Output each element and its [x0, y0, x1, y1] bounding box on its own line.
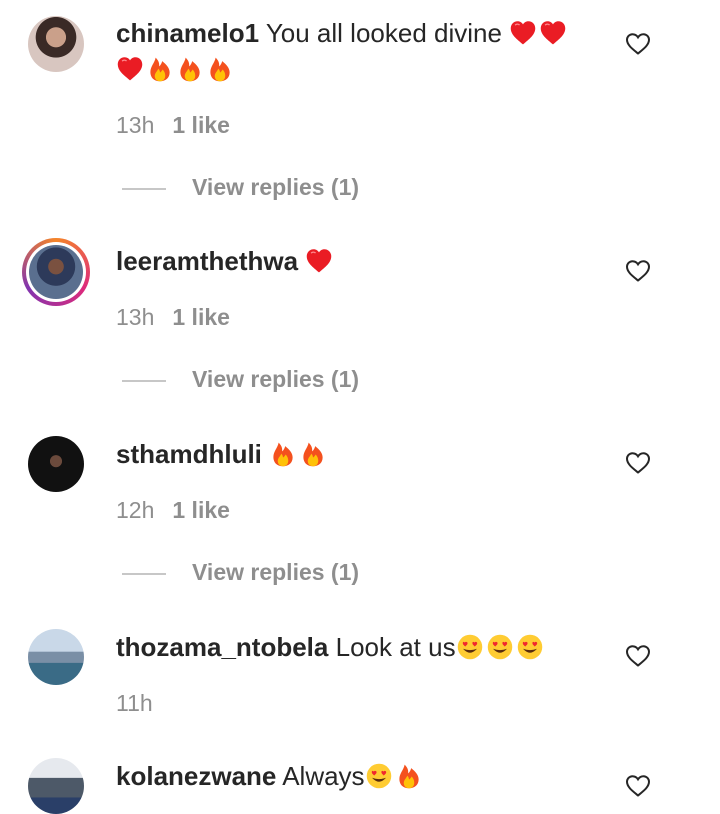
comment-emojis — [365, 761, 425, 791]
fire-emoji-icon — [146, 55, 174, 83]
comment-username[interactable]: sthamdhluli — [116, 439, 262, 469]
heart-emoji-icon — [509, 19, 537, 47]
fire-emoji-icon — [176, 55, 204, 83]
avatar[interactable] — [28, 758, 84, 814]
comment-like-count[interactable]: 1 like — [172, 304, 230, 330]
heart-outline-icon[interactable] — [625, 259, 651, 283]
comment-timestamp: 11h — [116, 690, 153, 716]
view-replies-label: View replies (1) — [192, 174, 360, 200]
heart-eyes-emoji-icon — [486, 633, 514, 661]
heart-emoji-icon — [305, 247, 333, 275]
comment-text: Look at us — [335, 632, 456, 662]
comment-username[interactable]: thozama_ntobela — [116, 632, 328, 662]
avatar-photo — [29, 245, 83, 299]
comment-username[interactable]: kolanezwane — [116, 761, 276, 791]
fire-emoji-icon — [299, 440, 327, 468]
heart-emoji-icon — [539, 19, 567, 47]
replies-divider — [122, 573, 166, 575]
comment-body: kolanezwane Always — [116, 758, 596, 794]
comment-username[interactable]: chinamelo1 — [116, 18, 259, 48]
comment-timestamp: 12h — [116, 497, 155, 523]
replies-divider — [122, 188, 166, 190]
heart-emoji-icon — [116, 55, 144, 83]
heart-outline-icon[interactable] — [625, 774, 651, 798]
comment-like-count[interactable]: 1 like — [172, 112, 230, 138]
fire-emoji-icon — [206, 55, 234, 83]
comment-body: thozama_ntobela Look at us — [116, 629, 596, 665]
comment-like-count[interactable]: 1 like — [172, 497, 230, 523]
heart-eyes-emoji-icon — [456, 633, 484, 661]
comment-body: leeramthethwa — [116, 243, 596, 279]
avatar[interactable] — [22, 238, 90, 306]
comment-username[interactable]: leeramthethwa — [116, 246, 298, 276]
view-replies-label: View replies (1) — [192, 559, 360, 585]
comment-text: You all looked divine — [265, 18, 502, 48]
comment-meta: 13h 1 like — [116, 304, 230, 331]
comment-meta: 11h — [116, 690, 153, 717]
heart-eyes-emoji-icon — [365, 762, 393, 790]
comment-emojis — [456, 632, 546, 662]
heart-outline-icon[interactable] — [625, 32, 651, 56]
avatar[interactable] — [28, 629, 84, 685]
heart-eyes-emoji-icon — [516, 633, 544, 661]
comment-body: chinamelo1 You all looked divine — [116, 15, 596, 87]
comment-text: Always — [282, 761, 365, 791]
comment-meta: 13h 1 like — [116, 112, 230, 139]
comment-emojis — [269, 439, 329, 469]
heart-outline-icon[interactable] — [625, 451, 651, 475]
comment-emojis — [305, 246, 335, 276]
fire-emoji-icon — [269, 440, 297, 468]
replies-divider — [122, 380, 166, 382]
avatar[interactable] — [28, 436, 84, 492]
comment-timestamp: 13h — [116, 304, 155, 330]
comment-timestamp: 13h — [116, 112, 155, 138]
heart-outline-icon[interactable] — [625, 644, 651, 668]
comment-body: sthamdhluli — [116, 436, 596, 472]
fire-emoji-icon — [395, 762, 423, 790]
avatar[interactable] — [28, 16, 84, 72]
view-replies-label: View replies (1) — [192, 366, 360, 392]
comment-meta: 12h 1 like — [116, 497, 230, 524]
story-ring-gap — [26, 242, 86, 302]
